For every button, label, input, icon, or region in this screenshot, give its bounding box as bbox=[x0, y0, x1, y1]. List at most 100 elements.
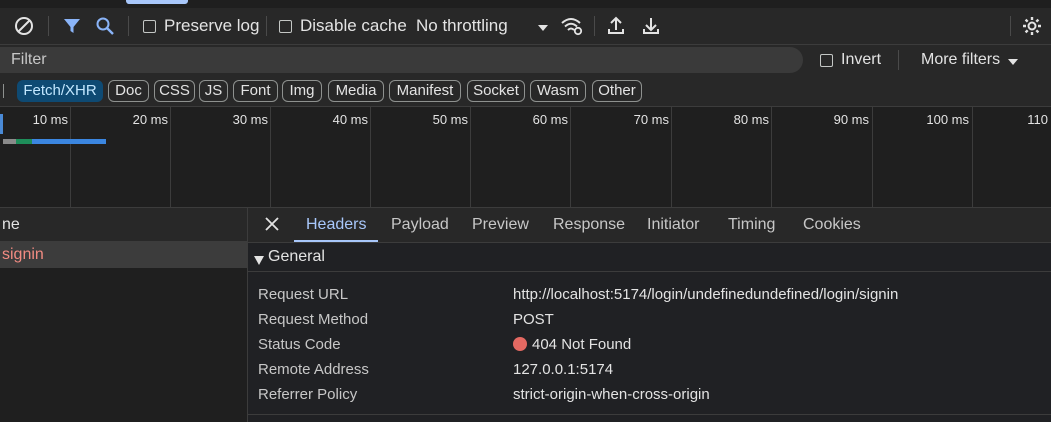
tab-payload[interactable]: Payload bbox=[391, 208, 449, 242]
filter-chip-fetch-xhr[interactable]: Fetch/XHR bbox=[17, 80, 103, 102]
filter-chip-doc[interactable]: Doc bbox=[108, 80, 149, 102]
import-har-icon[interactable] bbox=[607, 8, 625, 44]
more-filters-label: More filters bbox=[921, 51, 1001, 68]
header-key: Request Method bbox=[258, 311, 369, 328]
timeline-tick-label: 100 ms bbox=[926, 112, 969, 127]
filter-bar: Filter Invert More filters bbox=[0, 45, 1051, 76]
name-column-header: ne bbox=[2, 216, 20, 233]
filter-chip-socket[interactable]: Socket bbox=[467, 80, 525, 102]
preserve-log-checkbox[interactable]: Preserve log bbox=[143, 8, 259, 44]
tab-preview[interactable]: Preview bbox=[472, 208, 529, 242]
filter-input[interactable]: Filter bbox=[0, 47, 803, 73]
section-title: General bbox=[268, 248, 325, 265]
status-value: 404 Not Found bbox=[513, 332, 631, 357]
checkbox-box[interactable] bbox=[820, 53, 833, 67]
tab-timing[interactable]: Timing bbox=[728, 208, 775, 242]
timeline-gridline bbox=[671, 107, 672, 207]
timeline-gridline bbox=[170, 107, 171, 207]
request-list: ne signin bbox=[0, 208, 248, 422]
timeline-gridline bbox=[972, 107, 973, 207]
chip-edge bbox=[0, 84, 4, 98]
active-panel-indicator bbox=[126, 0, 188, 4]
status-text: 404 Not Found bbox=[532, 336, 632, 353]
timeline-tick-label: 60 ms bbox=[532, 112, 568, 127]
timeline-gridline bbox=[270, 107, 271, 207]
timeline-gridline bbox=[771, 107, 772, 207]
header-row-request-url: Request URL http://localhost:5174/login/… bbox=[248, 282, 1051, 307]
checkbox-box[interactable] bbox=[143, 19, 156, 33]
general-section-header[interactable]: General bbox=[248, 243, 1051, 272]
tab-strip bbox=[0, 0, 1051, 8]
checkbox-box[interactable] bbox=[279, 19, 292, 33]
toolbar-divider bbox=[898, 50, 899, 70]
header-value: 127.0.0.1:5174 bbox=[513, 361, 614, 378]
request-list-header[interactable]: ne bbox=[0, 208, 247, 242]
header-value: http://localhost:5174/login/undefinedund… bbox=[513, 286, 899, 303]
filter-chip-media[interactable]: Media bbox=[328, 80, 384, 102]
section-divider bbox=[248, 414, 1051, 415]
header-row-status-code: Status Code 404 Not Found bbox=[248, 332, 1051, 357]
toolbar-divider bbox=[266, 16, 267, 36]
throttling-select[interactable]: No throttling bbox=[416, 8, 548, 44]
tab-initiator[interactable]: Initiator bbox=[647, 208, 699, 242]
tab-response[interactable]: Response bbox=[553, 208, 625, 242]
header-key: Remote Address bbox=[258, 361, 369, 378]
timeline-tick-label: 50 ms bbox=[432, 112, 468, 127]
network-toolbar: Preserve log Disable cache No throttling bbox=[0, 8, 1051, 45]
status-error-dot-icon bbox=[513, 337, 527, 351]
toolbar-divider bbox=[1010, 16, 1011, 36]
dropdown-arrow-icon bbox=[537, 18, 548, 35]
request-row-selected[interactable]: signin bbox=[0, 242, 247, 268]
request-waterfall-download bbox=[32, 139, 106, 144]
export-har-icon[interactable] bbox=[642, 8, 660, 44]
filter-chip-js[interactable]: JS bbox=[199, 80, 228, 102]
request-waterfall-queue bbox=[3, 139, 16, 144]
filter-chip-font[interactable]: Font bbox=[233, 80, 278, 102]
header-key: Request URL bbox=[258, 286, 349, 303]
filter-icon[interactable] bbox=[62, 8, 82, 44]
filter-chip-css[interactable]: CSS bbox=[154, 80, 195, 102]
timeline-tick-label: 110 bbox=[1027, 112, 1048, 127]
tab-headers[interactable]: Headers bbox=[293, 208, 380, 242]
request-waterfall-connect bbox=[16, 139, 32, 144]
dropdown-arrow-icon bbox=[1008, 52, 1019, 69]
timeline-gridline bbox=[570, 107, 571, 207]
filter-chip-img[interactable]: Img bbox=[282, 80, 322, 102]
timeline-tick-label: 30 ms bbox=[232, 112, 268, 127]
timeline-tick-label: 70 ms bbox=[633, 112, 669, 127]
search-icon[interactable] bbox=[95, 8, 115, 44]
more-filters-dropdown[interactable]: More filters bbox=[921, 42, 1019, 78]
toolbar-divider bbox=[128, 16, 129, 36]
timeline-tick-label: 40 ms bbox=[332, 112, 368, 127]
network-conditions-icon[interactable] bbox=[560, 8, 584, 44]
toolbar-divider bbox=[48, 16, 49, 36]
filter-chip-wasm[interactable]: Wasm bbox=[530, 80, 586, 102]
settings-gear-icon[interactable] bbox=[1021, 8, 1043, 44]
disable-cache-checkbox[interactable]: Disable cache bbox=[279, 8, 407, 44]
timeline-gridline bbox=[872, 107, 873, 207]
close-icon[interactable] bbox=[265, 217, 279, 235]
header-key: Referrer Policy bbox=[258, 386, 358, 403]
preserve-log-label: Preserve log bbox=[164, 16, 260, 35]
tab-cookies[interactable]: Cookies bbox=[803, 208, 861, 242]
timeline-overview[interactable]: 10 ms 20 ms 30 ms 40 ms 50 ms 60 ms 70 m… bbox=[0, 107, 1051, 208]
filter-chip-other[interactable]: Other bbox=[592, 80, 642, 102]
timeline-gridline bbox=[370, 107, 371, 207]
throttling-value: No throttling bbox=[416, 16, 508, 35]
request-details-panel: Headers Payload Preview Response Initiat… bbox=[248, 208, 1051, 422]
timeline-tick-label: 10 ms bbox=[32, 112, 68, 127]
header-key: Status Code bbox=[258, 336, 341, 353]
toolbar-divider bbox=[594, 16, 595, 36]
header-value: strict-origin-when-cross-origin bbox=[513, 386, 710, 403]
triangle-down-icon bbox=[254, 252, 264, 269]
header-row-request-method: Request Method POST bbox=[248, 307, 1051, 332]
request-name: signin bbox=[2, 246, 44, 263]
header-row-referrer-policy: Referrer Policy strict-origin-when-cross… bbox=[248, 382, 1051, 407]
details-tab-bar: Headers Payload Preview Response Initiat… bbox=[248, 208, 1051, 243]
clear-icon[interactable] bbox=[14, 8, 34, 44]
invert-label: Invert bbox=[841, 51, 882, 68]
invert-checkbox[interactable]: Invert bbox=[820, 42, 881, 78]
filter-chip-manifest[interactable]: Manifest bbox=[389, 80, 461, 102]
disable-cache-label: Disable cache bbox=[300, 16, 407, 35]
timeline-tick-label: 20 ms bbox=[132, 112, 168, 127]
